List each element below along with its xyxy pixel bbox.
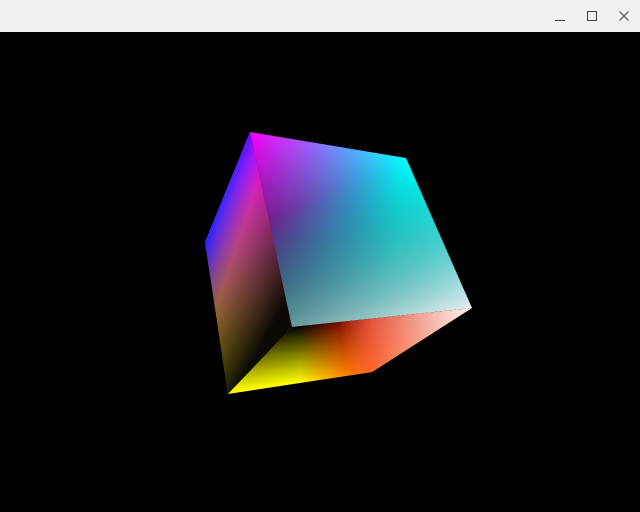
app-window <box>0 0 640 512</box>
minimize-icon <box>555 20 565 21</box>
title-bar[interactable] <box>0 0 640 32</box>
maximize-button[interactable] <box>576 0 608 32</box>
close-button[interactable] <box>608 0 640 32</box>
close-icon <box>619 11 629 21</box>
render-canvas[interactable] <box>0 32 640 512</box>
color-cube <box>205 132 472 394</box>
window-controls <box>544 0 640 32</box>
minimize-button[interactable] <box>544 0 576 32</box>
maximize-icon <box>587 11 597 21</box>
